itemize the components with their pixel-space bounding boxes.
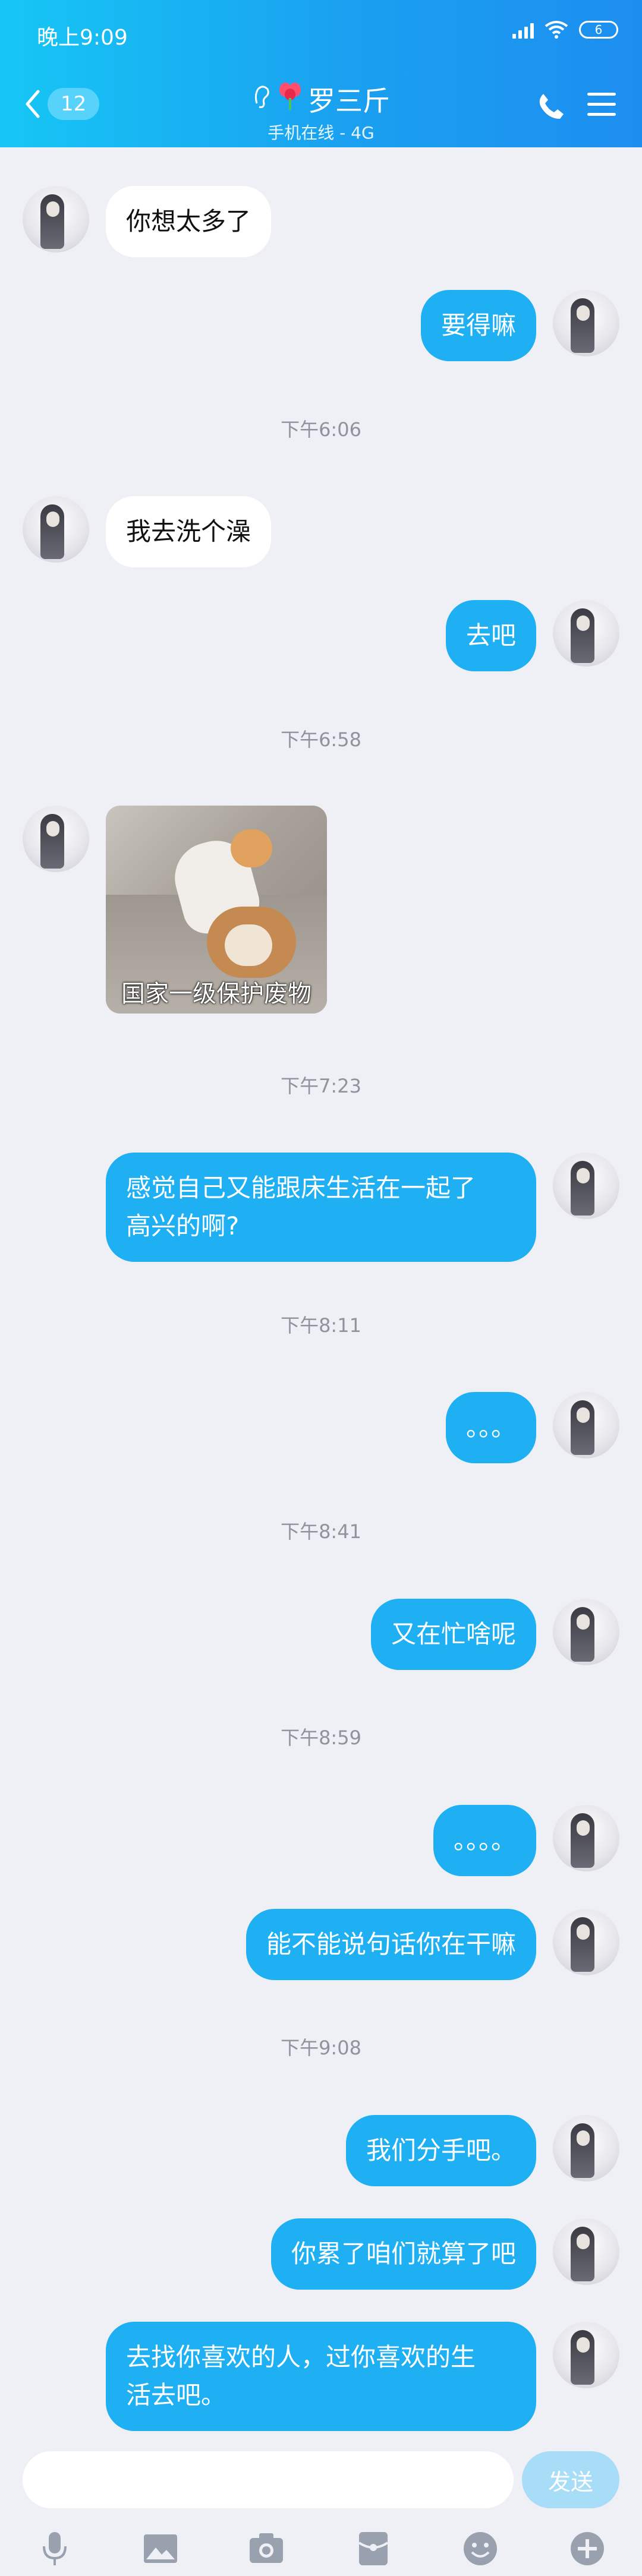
my-avatar[interactable] [553, 2115, 619, 2182]
message-bubble-sent[interactable]: 你累了咱们就算了吧 [270, 2218, 536, 2290]
message-line: 感觉自己又能跟床生活在一起了 [126, 1173, 476, 1202]
sticker-image[interactable]: 国家一级保护废物 [106, 806, 327, 1014]
signal-icon [512, 21, 534, 39]
message-bubble-received[interactable]: 你想太多了 [106, 186, 272, 257]
microphone-icon[interactable] [36, 2530, 74, 2568]
timestamp: 下午8:41 [281, 1520, 361, 1543]
chat-header: 晚上9:09 6 12 罗三斤 手机在线 - 4G [0, 0, 642, 147]
status-icons: 6 [512, 20, 618, 39]
my-avatar[interactable] [553, 1392, 619, 1459]
my-avatar[interactable] [553, 2322, 619, 2388]
message-bubble-sent[interactable]: 感觉自己又能跟床生活在一起了 高兴的啊? [106, 1153, 536, 1262]
contact-avatar[interactable] [23, 186, 89, 252]
message-input[interactable] [23, 2451, 514, 2508]
message-bubble-sent[interactable]: 。。。 [445, 1392, 536, 1463]
my-avatar[interactable] [553, 1805, 619, 1871]
camera-icon[interactable] [247, 2530, 285, 2568]
my-avatar[interactable] [553, 290, 619, 356]
flower-icon [277, 81, 303, 118]
message-line: 去找你喜欢的人，过你喜欢的生 [126, 2343, 476, 2372]
timestamp: 下午9:08 [281, 2037, 361, 2059]
red-packet-icon[interactable] [354, 2530, 392, 2568]
battery-icon: 6 [579, 21, 618, 39]
menu-icon[interactable] [587, 93, 616, 123]
message-bubble-sent[interactable]: 能不能说句话你在干嘛 [246, 1909, 536, 1980]
message-bubble-sent[interactable]: 又在忙啥呢 [370, 1599, 536, 1670]
contact-name: 罗三斤 [308, 85, 390, 117]
message-bubble-sent[interactable]: 去吧 [445, 600, 536, 671]
timestamp: 下午6:06 [281, 418, 361, 441]
input-toolbar [0, 2525, 642, 2572]
message-bubble-sent[interactable]: 要得嘛 [420, 290, 536, 361]
timestamp: 下午8:59 [281, 1726, 361, 1749]
my-avatar[interactable] [553, 600, 619, 667]
phone-icon[interactable] [536, 91, 566, 124]
message-bubble-sent[interactable]: 我们分手吧。 [345, 2115, 536, 2186]
timestamp: 下午8:11 [281, 1314, 361, 1337]
my-avatar[interactable] [553, 1909, 619, 1975]
contact-avatar[interactable] [23, 496, 89, 563]
status-bar: 晚上9:09 6 [0, 0, 642, 65]
online-status: 手机在线 - 4G [268, 123, 374, 143]
my-avatar[interactable] [553, 1599, 619, 1665]
timestamp: 下午6:58 [281, 728, 361, 751]
image-icon[interactable] [141, 2530, 180, 2568]
nav-bar: 12 罗三斤 手机在线 - 4G [0, 76, 642, 143]
contact-avatar[interactable] [23, 806, 89, 872]
my-avatar[interactable] [553, 2218, 619, 2285]
send-button[interactable]: 发送 [522, 2451, 619, 2508]
message-line: 活去吧。 [126, 2381, 226, 2410]
message-bubble-sent[interactable]: 去找你喜欢的人，过你喜欢的生 活去吧。 [106, 2322, 536, 2431]
my-avatar[interactable] [553, 1153, 619, 1219]
input-area: 发送 [0, 2436, 642, 2576]
status-time: 晚上9:09 [37, 26, 128, 50]
timestamp: 下午7:23 [281, 1075, 361, 1097]
sticker-caption: 国家一级保护废物 [121, 980, 311, 1008]
ear-icon [252, 83, 272, 116]
message-list[interactable]: 你想太多了 要得嘛 下午6:06 我去洗个澡 去吧 下午6:58 国家一级保护废… [0, 147, 642, 2436]
plus-icon[interactable] [568, 2530, 606, 2568]
emoji-icon[interactable] [461, 2530, 499, 2568]
wifi-icon [545, 20, 568, 39]
message-bubble-sent[interactable]: 。。。。 [433, 1805, 536, 1876]
message-bubble-received[interactable]: 我去洗个澡 [106, 496, 272, 567]
message-line: 高兴的啊? [126, 1211, 240, 1240]
